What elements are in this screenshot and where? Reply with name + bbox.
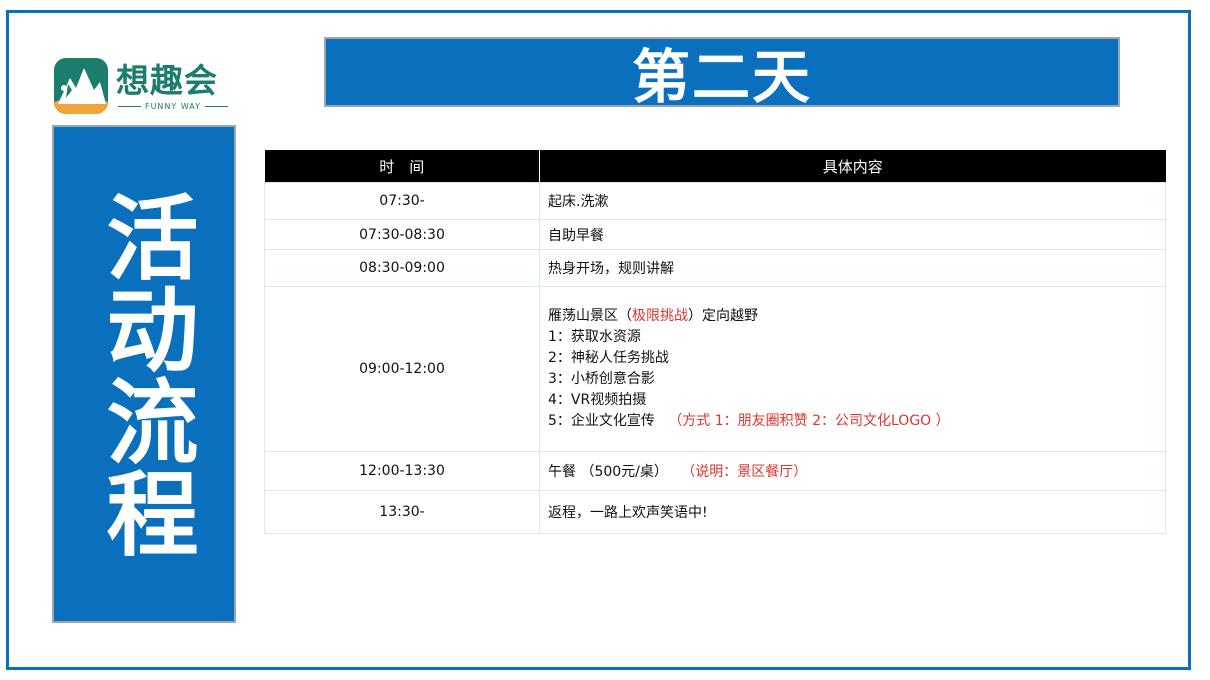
time-cell: 07:30- bbox=[264, 182, 540, 220]
table-row: 08:30-09:00 热身开场，规则讲解 bbox=[264, 249, 1166, 287]
tagline-rule-left bbox=[118, 106, 141, 107]
activity-item: 3：小桥创意合影 bbox=[548, 371, 655, 387]
time-cell: 12:00-13:30 bbox=[264, 451, 540, 491]
side-title-banner: 活动流程 bbox=[52, 125, 236, 623]
schedule-table: 时 间 具体内容 07:30- 起床.洗漱 07:30-08:30 自助早餐 0… bbox=[264, 150, 1166, 534]
day-title-banner: 第二天 bbox=[324, 37, 1120, 111]
table-header-row: 时 间 具体内容 bbox=[264, 150, 1166, 183]
logo-tagline-row: FUNNY WAY bbox=[118, 102, 229, 111]
content-cell: 起床.洗漱 bbox=[539, 182, 1166, 220]
table-row: 07:30-08:30 自助早餐 bbox=[264, 219, 1166, 250]
intro-before: 雁荡山景区（ bbox=[548, 308, 632, 324]
time-cell: 13:30- bbox=[264, 490, 540, 534]
content-cell: 午餐 （500元/桌） （说明：景区餐厅） bbox=[539, 451, 1166, 491]
activity-intro: 雁荡山景区（极限挑战）定向越野 bbox=[548, 306, 1157, 327]
time-cell: 09:00-12:00 bbox=[264, 286, 540, 452]
activity-item: 5：企业文化宣传 bbox=[548, 413, 655, 429]
logo-tagline: FUNNY WAY bbox=[144, 102, 202, 111]
content-cell: 雁荡山景区（极限挑战）定向越野 1：获取水资源 2：神秘人任务挑战 3：小桥创意… bbox=[539, 286, 1166, 452]
logo-name: 想趣会 bbox=[116, 61, 218, 100]
lunch-note: （说明：景区餐厅） bbox=[681, 464, 808, 480]
table-row: 09:00-12:00 雁荡山景区（极限挑战）定向越野 1：获取水资源 2：神秘… bbox=[264, 286, 1166, 452]
table-row: 13:30- 返程，一路上欢声笑语中! bbox=[264, 490, 1166, 534]
content-cell: 热身开场，规则讲解 bbox=[539, 249, 1166, 287]
content-cell: 返程，一路上欢声笑语中! bbox=[539, 490, 1166, 534]
side-title: 活动流程 bbox=[91, 190, 198, 558]
activity-item: 1：获取水资源 bbox=[548, 329, 641, 345]
table-row: 07:30- 起床.洗漱 bbox=[264, 182, 1166, 220]
lunch-text: 午餐 （500元/桌） bbox=[548, 464, 668, 480]
day-title: 第二天 bbox=[631, 43, 812, 111]
company-logo: 想趣会 FUNNY WAY bbox=[54, 58, 234, 116]
time-cell: 08:30-09:00 bbox=[264, 249, 540, 287]
table-row: 12:00-13:30 午餐 （500元/桌） （说明：景区餐厅） bbox=[264, 451, 1166, 491]
intro-after: ）定向越野 bbox=[688, 308, 758, 324]
activity-item-row: 5：企业文化宣传 （方式 1：朋友圈积赞 2：公司文化LOGO ） bbox=[548, 411, 1157, 432]
time-cell: 07:30-08:30 bbox=[264, 219, 540, 250]
activity-item: 2：神秘人任务挑战 bbox=[548, 350, 669, 366]
activity-item: 4：VR视频拍摄 bbox=[548, 392, 647, 408]
header-time: 时 间 bbox=[264, 150, 540, 183]
intro-highlight: 极限挑战 bbox=[632, 308, 688, 324]
header-content: 具体内容 bbox=[539, 150, 1166, 183]
activity-item-note: （方式 1：朋友圈积赞 2：公司文化LOGO ） bbox=[668, 413, 950, 429]
mountain-logo-icon bbox=[54, 58, 108, 114]
tagline-rule-right bbox=[205, 106, 229, 107]
content-cell: 自助早餐 bbox=[539, 219, 1166, 250]
